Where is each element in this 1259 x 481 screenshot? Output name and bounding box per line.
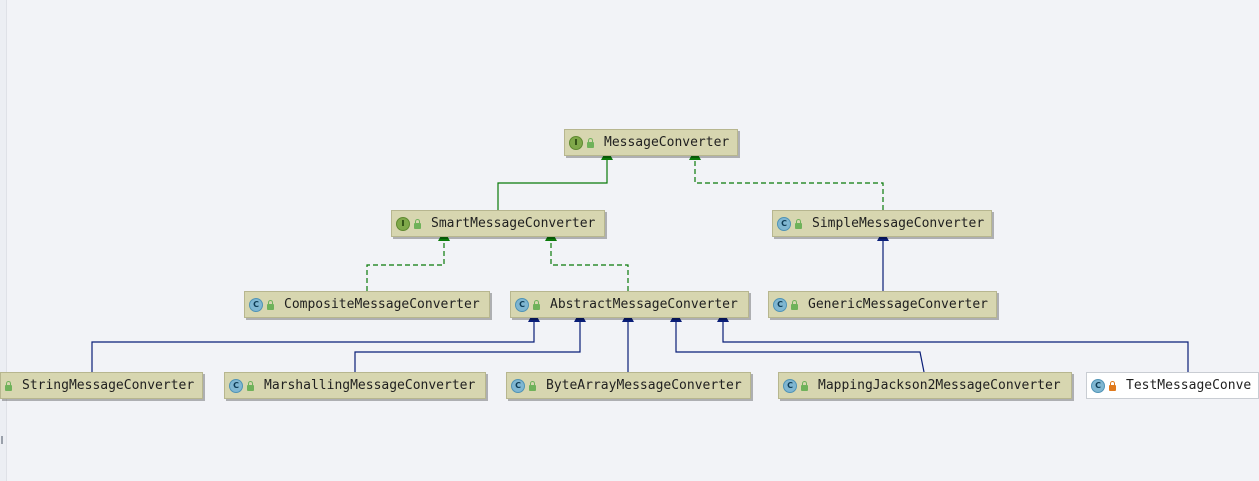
public-access-icon: [533, 299, 540, 310]
edge-abstract-to-smart: [545, 230, 629, 291]
node-mapping-jackson2-message-converter[interactable]: C MappingJackson2MessageConverter: [778, 372, 1072, 399]
node-abstract-message-converter[interactable]: C AbstractMessageConverter: [510, 291, 749, 318]
class-icon: C: [249, 297, 263, 312]
class-icon: C: [511, 378, 525, 393]
node-smart-message-converter[interactable]: I SmartMessageConverter: [391, 210, 605, 237]
node-label: MappingJackson2MessageConverter: [818, 378, 1061, 393]
node-label: MessageConverter: [604, 135, 730, 150]
private-access-icon: [1109, 380, 1116, 391]
node-simple-message-converter[interactable]: C SimpleMessageConverter: [772, 210, 992, 237]
class-icon: C: [515, 297, 529, 312]
edge-composite-to-smart: [366, 230, 450, 291]
interface-icon: I: [396, 216, 410, 231]
interface-icon: I: [569, 135, 583, 150]
node-composite-message-converter[interactable]: C CompositeMessageConverter: [244, 291, 490, 318]
node-label: ByteArrayMessageConverter: [546, 378, 742, 393]
edge-jackson-to-abstract: [670, 311, 925, 373]
class-icon: C: [229, 378, 243, 393]
node-label: SmartMessageConverter: [431, 216, 596, 231]
public-access-icon: [529, 380, 536, 391]
node-label: SimpleMessageConverter: [812, 216, 985, 231]
edge-test-to-abstract: [717, 311, 1189, 372]
node-label: TestMessageConve: [1126, 378, 1252, 393]
class-icon: C: [777, 216, 791, 231]
node-byte-array-message-converter[interactable]: C ByteArrayMessageConverter: [506, 372, 751, 399]
public-access-icon: [267, 299, 274, 310]
public-access-icon: [414, 218, 421, 229]
node-string-message-converter[interactable]: StringMessageConverter: [0, 372, 203, 399]
edge-smart-to-messageconverter: [497, 149, 613, 210]
edge-string-to-abstract: [91, 311, 540, 372]
class-icon: C: [783, 378, 797, 393]
public-access-icon: [247, 380, 254, 391]
public-access-icon: [795, 218, 802, 229]
node-label: CompositeMessageConverter: [284, 297, 480, 312]
node-label: MarshallingMessageConverter: [264, 378, 476, 393]
class-icon: C: [1091, 378, 1105, 393]
edge-marshalling-to-abstract: [354, 311, 586, 372]
node-generic-message-converter[interactable]: C GenericMessageConverter: [768, 291, 997, 318]
public-access-icon: [5, 380, 12, 391]
node-label: AbstractMessageConverter: [550, 297, 738, 312]
node-marshalling-message-converter[interactable]: C MarshallingMessageConverter: [224, 372, 486, 399]
class-icon: C: [773, 297, 787, 312]
public-access-icon: [801, 380, 808, 391]
node-message-converter[interactable]: I MessageConverter: [564, 129, 738, 156]
edge-simple-to-messageconverter: [689, 149, 884, 210]
public-access-icon: [587, 137, 594, 148]
node-label: GenericMessageConverter: [808, 297, 989, 312]
inheritance-edges: [91, 149, 1189, 373]
node-test-message-converter[interactable]: C TestMessageConve: [1086, 372, 1259, 399]
public-access-icon: [791, 299, 798, 310]
node-label: StringMessageConverter: [22, 378, 195, 393]
